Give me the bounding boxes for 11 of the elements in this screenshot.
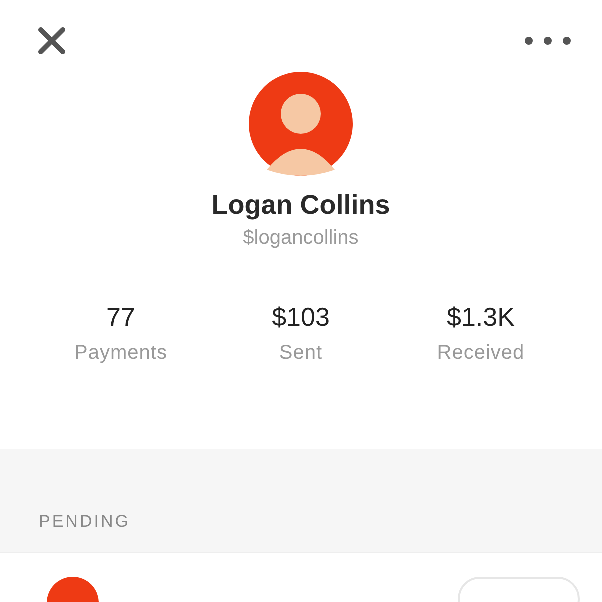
stat-value: $103 <box>272 302 330 333</box>
stat-label: Received <box>437 342 525 365</box>
profile-handle: $logancollins <box>242 227 360 250</box>
stat-label: Payments <box>74 342 168 365</box>
profile-name: Logan Collins <box>210 190 392 221</box>
close-icon[interactable] <box>38 27 66 55</box>
stat-value: $1.3K <box>447 302 515 333</box>
stat-value: 77 <box>106 302 136 333</box>
section-header: PENDING <box>39 512 130 532</box>
stat-label: Sent <box>279 342 323 365</box>
more-icon[interactable] <box>524 36 572 46</box>
